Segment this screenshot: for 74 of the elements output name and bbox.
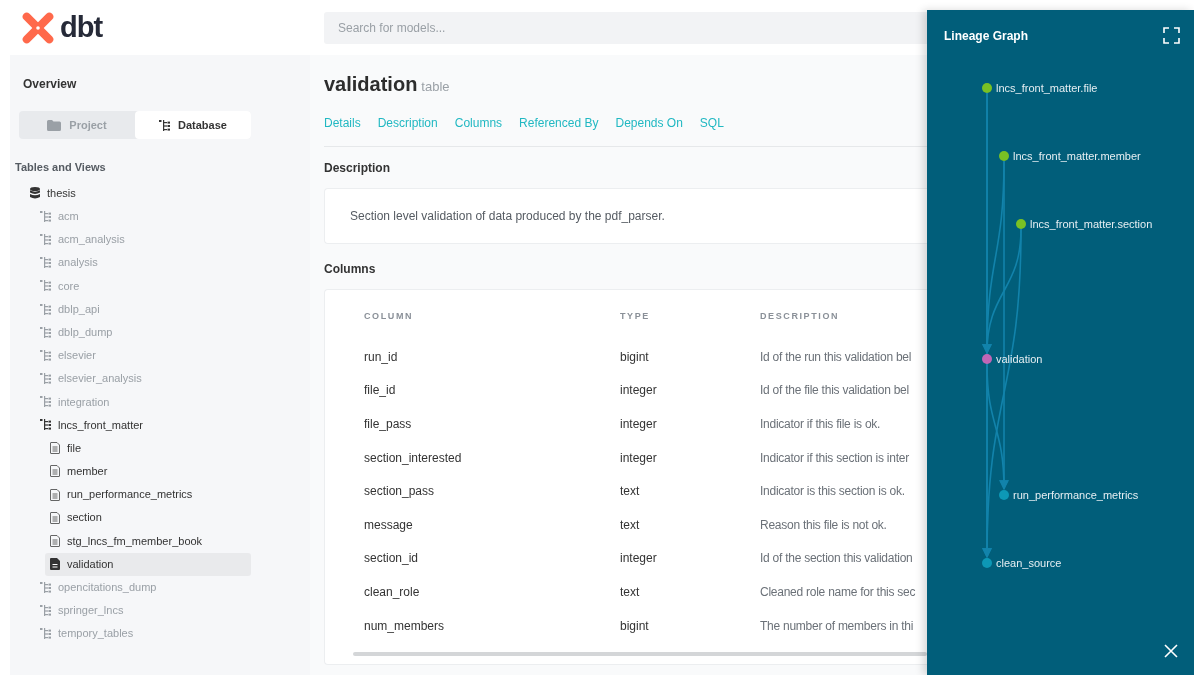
table-cell-text: section_pass: [363, 483, 436, 501]
table-cell-text: bigint: [620, 348, 650, 366]
table-cell-text: run_id: [363, 348, 399, 366]
node-label[interactable]: run_performance_metrics: [1013, 489, 1139, 501]
table-cell-text: clean_role: [363, 583, 421, 601]
tree-item[interactable]: elsevier_analysis: [10, 367, 310, 391]
tree-item[interactable]: opencitations_dump: [10, 575, 310, 599]
tree-item[interactable]: springer_lncs: [10, 598, 310, 623]
tree-item[interactable]: stg_lncs_fm_member_book: [45, 529, 251, 553]
node-label[interactable]: lncs_front_matter.section: [1030, 218, 1153, 230]
description-text: Section level validation of data produced by the pdf_parser.: [349, 208, 666, 225]
tree-item[interactable]: acm_analysis: [10, 227, 310, 252]
tree-item[interactable]: thesis: [10, 181, 310, 205]
tree-item[interactable]: integration: [10, 390, 310, 414]
panel-title: Lineage Graph: [944, 28, 1029, 45]
tree-item[interactable]: analysis: [10, 251, 310, 275]
model-title: validation: [324, 73, 418, 95]
nav-link[interactable]: Details: [324, 114, 361, 132]
table-cell-text: Indicator if this section is inter: [760, 449, 910, 467]
table-cell-text: The number of members in thi: [760, 617, 915, 635]
table-cell-text: Id of the run this validation bel: [760, 348, 913, 366]
table-cell-text: text: [620, 516, 641, 534]
table-cell-text: section_interested: [363, 449, 463, 467]
node-label[interactable]: validation: [996, 353, 1043, 365]
tree-item[interactable]: section: [45, 506, 251, 530]
toggle-tab[interactable]: Project: [19, 111, 135, 139]
tree-item[interactable]: dblp_dump: [10, 320, 310, 344]
column-header: DESCRIPTION: [760, 310, 841, 324]
table-cell-text: section_id: [363, 550, 420, 568]
table-cell-text: text: [620, 583, 641, 601]
table-cell-text: Id of the file this validation bel: [760, 382, 910, 400]
section-title: Tables and Views: [15, 160, 107, 175]
node-label[interactable]: clean_source: [996, 557, 1062, 569]
tree-item[interactable]: validation: [45, 552, 251, 576]
nav-link[interactable]: Depends On: [615, 114, 683, 132]
model-type: table: [421, 79, 450, 94]
table-cell-text: Indicator is this section is ok.: [760, 483, 906, 501]
table-cell-text: integer: [620, 382, 658, 400]
tree-item[interactable]: file: [45, 436, 251, 460]
table-cell-text: message: [363, 516, 414, 534]
table-cell-text: integer: [620, 416, 658, 433]
column-header: TYPE: [620, 310, 651, 324]
table-cell-text: Id of the section this validation: [760, 550, 914, 568]
nav-link[interactable]: SQL: [699, 114, 724, 132]
tree-item[interactable]: dblp_api: [10, 297, 310, 321]
table-cell-text: file_id: [363, 382, 397, 400]
column-header: COLUMN: [363, 310, 415, 324]
tree-item[interactable]: lncs_front_matter: [10, 413, 310, 437]
tree-item[interactable]: tempory_tables: [10, 622, 310, 646]
table-cell-text: integer: [620, 449, 658, 467]
table-cell-text: Cleaned role name for this sec: [760, 583, 917, 601]
node-label[interactable]: lncs_front_matter.file: [996, 82, 1098, 94]
tree-item[interactable]: member: [45, 459, 251, 483]
table-cell-text: Reason this file is not ok.: [760, 516, 888, 534]
tree-item[interactable]: core: [10, 274, 310, 298]
logo-text: dbt: [60, 13, 103, 42]
table-cell-text: bigint: [620, 617, 650, 635]
node-label[interactable]: lncs_front_matter.member: [1013, 150, 1141, 162]
table-cell-text: num_members: [363, 617, 446, 635]
sidebar-title: Overview: [22, 76, 78, 93]
table-cell-text: Indicator if this file is ok.: [760, 416, 882, 433]
nav-link[interactable]: Referenced By: [519, 114, 599, 132]
nav-link[interactable]: Description: [377, 114, 438, 132]
tree-item[interactable]: run_performance_metrics: [45, 482, 251, 507]
table-cell-text: integer: [620, 550, 658, 568]
nav-link[interactable]: Columns: [454, 114, 503, 132]
toggle-tab[interactable]: Database: [135, 111, 251, 139]
tree-item[interactable]: elsevier: [10, 343, 310, 367]
section-heading: Description: [324, 160, 391, 177]
search-field[interactable]: Search for models...: [324, 11, 927, 44]
section-heading: Columns: [324, 261, 377, 278]
tree-item[interactable]: acm: [10, 204, 310, 228]
table-cell-text: text: [620, 483, 641, 501]
table-cell-text: file_pass: [363, 416, 413, 433]
